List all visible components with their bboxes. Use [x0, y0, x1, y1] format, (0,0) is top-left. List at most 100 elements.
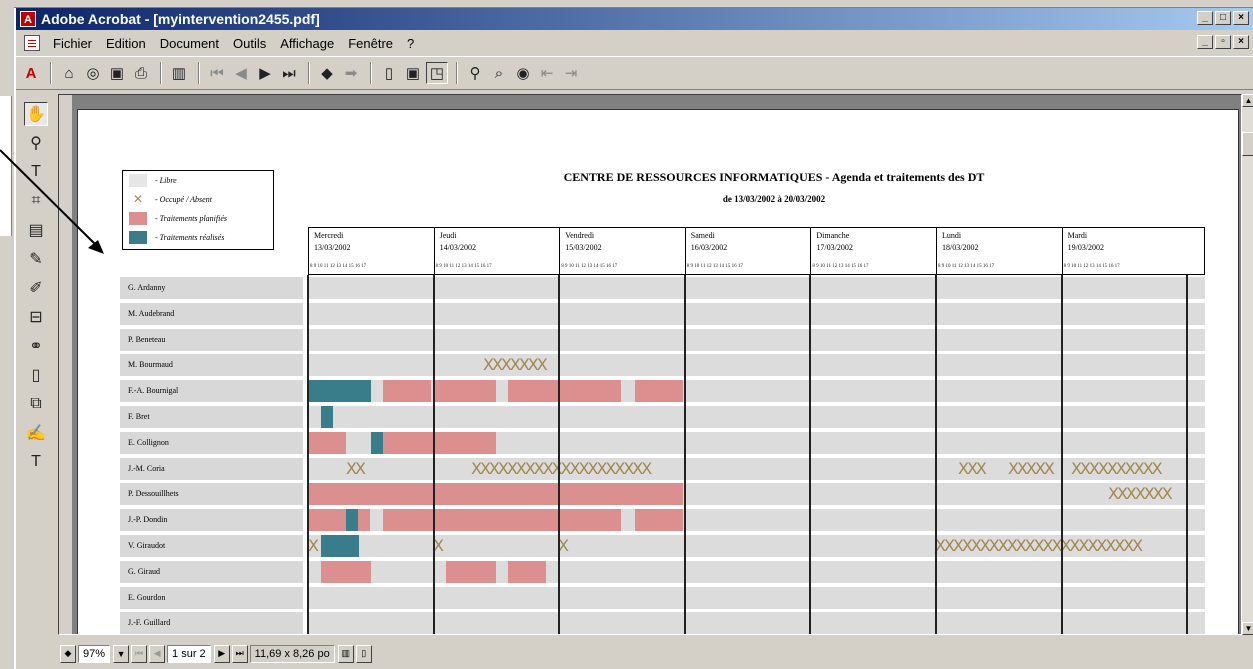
day-date: 18/03/2002: [942, 243, 979, 252]
text-select-icon[interactable]: T: [24, 160, 48, 184]
split-window-icon[interactable]: ▯: [355, 644, 372, 663]
search-icon[interactable]: ⌕: [488, 62, 510, 84]
status-previous-page-icon[interactable]: ◀: [149, 644, 166, 663]
day-separator-line: [307, 275, 309, 634]
vertical-scrollbar[interactable]: ▲ ▼: [1242, 94, 1253, 635]
maximize-button[interactable]: □: [1215, 11, 1231, 25]
schedule-row: [308, 586, 1205, 609]
last-page-icon[interactable]: ⏭: [278, 62, 300, 84]
close-button[interactable]: ×: [1233, 11, 1249, 25]
person-name: V. Giraudot: [120, 535, 303, 557]
menu-fenetre[interactable]: Fenêtre: [341, 36, 400, 51]
zoom-dropdown-icon[interactable]: ▼: [113, 644, 130, 663]
go-back-icon[interactable]: ◆: [316, 62, 338, 84]
completed-treatment-bar: [308, 380, 371, 403]
day-date: 17/03/2002: [816, 243, 853, 252]
menu-help[interactable]: ?: [400, 36, 421, 51]
first-page-icon[interactable]: ⏮: [206, 62, 228, 84]
highlight-icon[interactable]: ✐: [24, 276, 48, 300]
doc-minimize-button[interactable]: _: [1197, 35, 1213, 49]
navigation-pane-strip[interactable]: [59, 95, 73, 634]
day-name: Lundi: [942, 231, 962, 240]
toolbar-separator: [198, 62, 200, 84]
article-icon[interactable]: ▤: [24, 218, 48, 242]
acrobat-icon[interactable]: A: [20, 11, 36, 27]
planned-treatment-bar: [321, 560, 371, 583]
movie-icon[interactable]: ▯: [24, 363, 48, 387]
crop-icon[interactable]: ⌗: [24, 189, 48, 213]
menu-document[interactable]: Document: [153, 36, 226, 51]
title-bar[interactable]: A Adobe Acrobat - [myintervention2455.pd…: [16, 8, 1253, 30]
day-separator-line: [432, 275, 435, 634]
day-name: Jeudi: [439, 231, 457, 240]
schedule-row: [308, 612, 1205, 634]
next-page-icon[interactable]: ▶: [254, 62, 276, 84]
zoom-field[interactable]: 97%: [78, 644, 111, 663]
signature-icon[interactable]: ✍: [24, 421, 48, 445]
bookmark-toggle-icon[interactable]: ◆: [60, 644, 76, 663]
scroll-down-button[interactable]: ▼: [1242, 622, 1253, 635]
save-icon[interactable]: ▣: [106, 62, 128, 84]
day-header: Vendredi 15/03/2002 8 9 10 11 12 13 14 15 …: [559, 227, 685, 275]
doc-close-button[interactable]: ×: [1233, 35, 1249, 49]
zoom-icon[interactable]: ⚲: [24, 131, 48, 155]
form-icon[interactable]: ⊟: [24, 305, 48, 329]
doc-restore-button[interactable]: ▫: [1215, 35, 1231, 49]
document-pane[interactable]: - Libre ✕ - Occupé / Absent - Traitement…: [58, 94, 1242, 635]
menu-edition[interactable]: Edition: [99, 36, 153, 51]
previous-highlight-icon[interactable]: ⇤: [536, 62, 558, 84]
person-name: E. Gourdon: [120, 586, 303, 609]
completed-treatment-bar: [371, 431, 383, 454]
go-forward-icon[interactable]: ➡: [340, 62, 362, 84]
find-icon[interactable]: ⚲: [464, 62, 486, 84]
legend-done-label: - Traitements réalisés: [155, 233, 225, 242]
actual-size-icon[interactable]: ▯: [378, 62, 400, 84]
status-next-page-icon[interactable]: ▶: [213, 644, 230, 663]
day-header: Lundi 18/03/2002 8 9 10 11 12 13 14 15 16 …: [936, 227, 1062, 275]
completed-treatment-bar: [346, 509, 358, 532]
legend-planned-swatch: [129, 212, 147, 225]
legend-planned-label: - Traitements planifiés: [155, 214, 227, 223]
touchup-icon[interactable]: ⧉: [24, 392, 48, 416]
status-last-page-icon[interactable]: ⏭: [231, 644, 248, 663]
completed-treatment-bar: [321, 535, 359, 557]
busy-absent-mark: XXXXXXXXXX: [1071, 458, 1163, 478]
busy-absent-mark: X: [308, 536, 319, 555]
legend: - Libre ✕ - Occupé / Absent - Traitement…: [122, 170, 274, 250]
document-title: CENTRE DE RESSOURCES INFORMATIQUES - Age…: [563, 170, 985, 184]
document-icon[interactable]: [24, 35, 40, 51]
menu-fichier[interactable]: Fichier: [46, 36, 99, 51]
pencil-icon[interactable]: ✎: [24, 247, 48, 271]
day-name: Dimanche: [816, 231, 850, 240]
next-highlight-icon[interactable]: ⇥: [560, 62, 582, 84]
busy-absent-mark: XX: [346, 458, 366, 478]
schedule-row: [308, 406, 1205, 428]
day-date: 13/03/2002: [314, 243, 351, 252]
fit-width-icon[interactable]: ◳: [426, 62, 448, 84]
scroll-thumb[interactable]: [1242, 132, 1253, 156]
open-web-icon[interactable]: ◎: [82, 62, 104, 84]
minimize-button[interactable]: _: [1197, 11, 1213, 25]
planned-treatment-bar: [508, 560, 546, 583]
show-hide-navigation-icon[interactable]: ▥: [168, 62, 190, 84]
page-layout-icon[interactable]: ▥: [337, 644, 354, 663]
status-first-page-icon[interactable]: ⏮: [131, 644, 148, 663]
menu-outils[interactable]: Outils: [226, 36, 273, 51]
background-window-panel: [0, 96, 12, 236]
hand-icon[interactable]: ✋: [24, 102, 48, 126]
page-field[interactable]: 1 sur 2: [167, 644, 211, 663]
scroll-up-button[interactable]: ▲: [1242, 94, 1253, 107]
touchup-text-icon[interactable]: T: [24, 450, 48, 474]
previous-page-icon[interactable]: ◀: [230, 62, 252, 84]
menu-affichage[interactable]: Affichage: [273, 36, 341, 51]
day-header: Samedi 16/03/2002 8 9 10 11 12 13 14 15 16…: [684, 227, 811, 275]
day-hour-scale: 8 9 10 11 12 13 14 15 16 17: [812, 264, 869, 269]
day-separator-line: [1060, 275, 1063, 634]
day-hour-scale: 8 9 10 11 12 13 14 15 16 17: [310, 264, 367, 269]
search-results-icon[interactable]: ◉: [512, 62, 534, 84]
planned-treatment-bar: [635, 380, 683, 403]
link-icon[interactable]: ⚭: [24, 334, 48, 358]
open-icon[interactable]: ⌂: [58, 62, 80, 84]
print-icon[interactable]: ⎙: [130, 62, 152, 84]
fit-page-icon[interactable]: ▣: [402, 62, 424, 84]
